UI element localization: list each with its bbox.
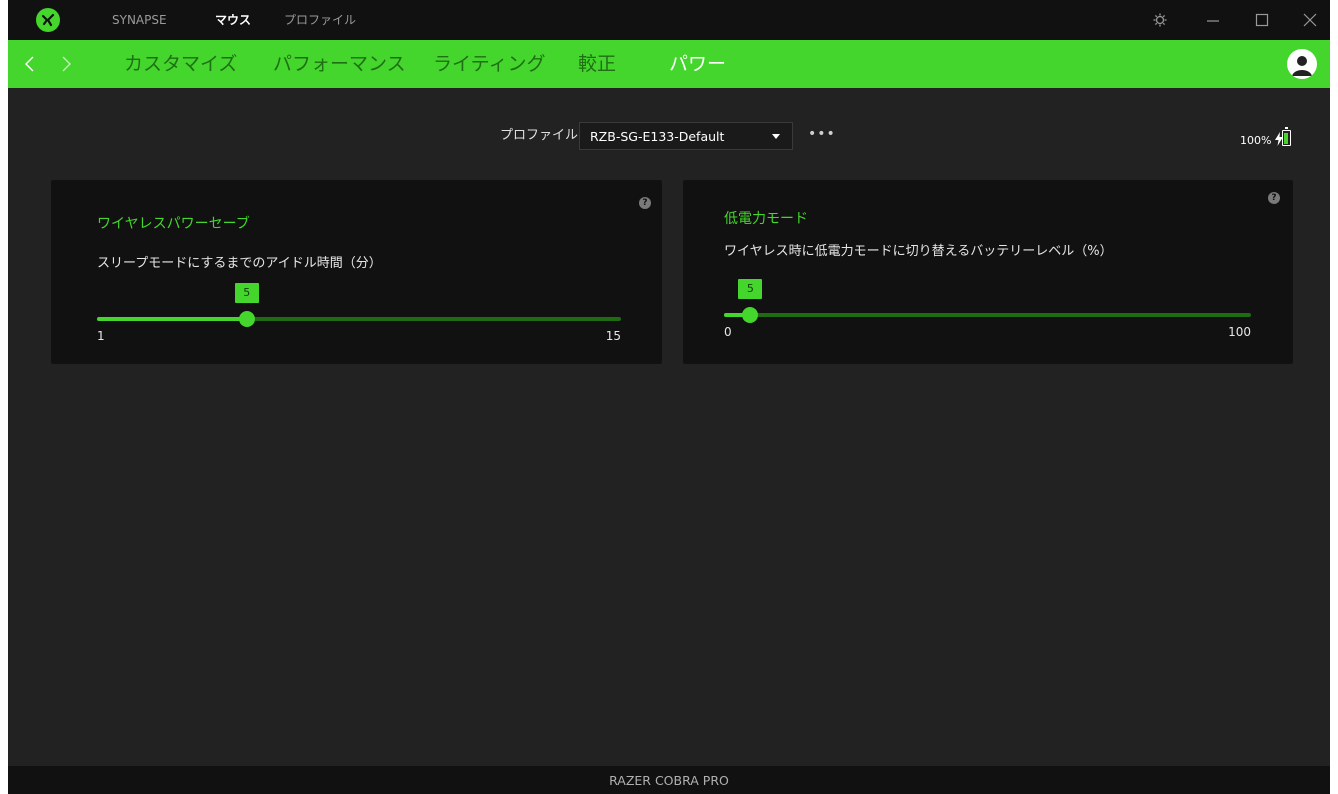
status-footer: RAZER COBRA PRO [8,766,1330,794]
profile-label: プロファイル [500,128,579,143]
user-avatar-icon[interactable] [1287,49,1317,79]
nav-profile[interactable]: プロファイル [284,0,356,40]
nav-mouse[interactable]: マウス [215,0,251,40]
app-window: SYNAPSE マウス プロファイル カスタマイズ パフォーマンス ライティング… [8,0,1330,794]
battery-percent: 100% [1240,134,1272,147]
battery-level-slider[interactable]: 5 0 100 [724,279,1251,343]
settings-icon[interactable] [1150,10,1170,30]
tab-calibration[interactable]: 較正 [578,40,616,88]
wireless-power-save-card: ? ワイヤレスパワーセーブ スリープモードにするまでのアイドル時間（分） 5 1… [51,180,662,364]
more-icon[interactable]: ••• [808,126,836,142]
device-name: RAZER COBRA PRO [609,773,729,788]
slider-min-label: 0 [724,325,732,339]
slider-min-label: 1 [97,329,105,343]
slider-track[interactable] [724,313,1251,317]
maximize-icon[interactable] [1252,10,1272,30]
forward-arrow-icon[interactable] [56,52,76,76]
slider-value-badge: 5 [234,283,259,303]
slider-thumb[interactable] [742,307,759,323]
low-power-mode-description: ワイヤレス時に低電力モードに切り替えるバッテリーレベル（%） [724,244,1113,259]
low-power-mode-title: 低電力モード [724,211,808,227]
slider-fill [97,317,247,321]
tab-performance[interactable]: パフォーマンス [273,40,406,88]
help-icon[interactable]: ? [1268,192,1280,204]
close-icon[interactable] [1300,10,1320,30]
battery-icon [1282,127,1291,146]
wireless-power-save-title: ワイヤレスパワーセーブ [97,216,250,232]
back-arrow-icon[interactable] [20,52,40,76]
low-power-mode-card: ? 低電力モード ワイヤレス時に低電力モードに切り替えるバッテリーレベル（%） … [683,180,1293,364]
help-icon[interactable]: ? [639,197,651,209]
profile-dropdown[interactable]: RZB-SG-E133-Default [579,122,793,150]
slider-max-label: 15 [605,329,621,343]
tab-power[interactable]: パワー [669,40,726,88]
razer-logo-icon[interactable] [36,8,60,32]
slider-max-label: 100 [1228,325,1251,339]
battery-level-fill [1284,133,1288,144]
tab-lighting[interactable]: ライティング [433,40,545,88]
idle-time-slider[interactable]: 5 1 15 [97,283,621,347]
menu-bar: カスタマイズ パフォーマンス ライティング 較正 パワー [8,40,1330,88]
wireless-power-save-description: スリープモードにするまでのアイドル時間（分） [97,256,382,271]
slider-value-badge: 5 [738,279,763,299]
minimize-icon[interactable] [1203,10,1223,30]
profile-selected-value: RZB-SG-E133-Default [590,129,725,144]
tab-customize[interactable]: カスタマイズ [124,40,237,88]
dropdown-caret-icon [772,134,780,139]
title-bar: SYNAPSE マウス プロファイル [8,0,1330,40]
nav-synapse[interactable]: SYNAPSE [112,0,167,40]
slider-thumb[interactable] [238,311,255,327]
